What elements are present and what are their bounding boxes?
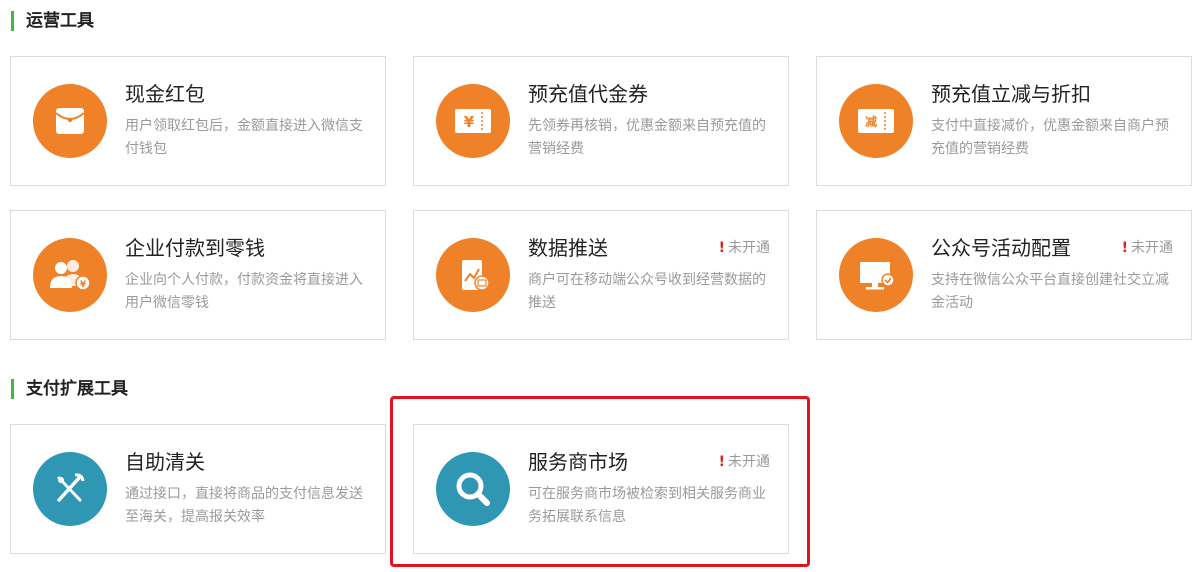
card-prepaid-discount[interactable]: 减 预充值立减与折扣 支付中直接减价，优惠金额来自商户预充值的营销经费 (816, 56, 1192, 186)
card-title: 预充值代金券 (528, 82, 648, 106)
card-title: 预充值立减与折扣 (931, 82, 1091, 106)
card-description: 先领券再核销，优惠金额来自预充值的营销经费 (528, 118, 766, 157)
alert-icon: ! (718, 454, 725, 470)
svg-text:减: 减 (865, 114, 877, 129)
card-official-account-activity[interactable]: 公众号活动配置 ! 未开通 支持在微信公众平台直接创建社交立减金活动 (816, 210, 1192, 340)
card-service-provider-market[interactable]: 服务商市场 ! 未开通 可在服务商市场被检索到相关服务商业务拓展联系信息 (413, 424, 789, 554)
section-title-payment-extension: 支付扩展工具 (11, 379, 128, 399)
section-title-operations: 运营工具 (11, 11, 94, 31)
card-title: 公众号活动配置 (931, 236, 1071, 260)
status-text: 未开通 (728, 454, 770, 470)
monitor-config-icon (839, 238, 913, 312)
card-cash-red-packet[interactable]: 现金红包 用户领取红包后，金额直接进入微信支付钱包 (10, 56, 386, 186)
status-badge: ! 未开通 (719, 239, 770, 257)
svg-text:¥: ¥ (464, 113, 475, 131)
card-description: 商户可在移动端公众号收到经营数据的推送 (528, 272, 766, 311)
search-magnifier-icon (436, 452, 510, 526)
card-title: 数据推送 (528, 236, 608, 260)
card-title: 现金红包 (125, 82, 205, 106)
card-description: 企业向个人付款，付款资金将直接进入用户微信零钱 (125, 272, 363, 311)
alert-icon: ! (718, 240, 725, 256)
users-payment-icon: ¥ (33, 238, 107, 312)
tools-customs-icon (33, 452, 107, 526)
card-description: 支付中直接减价，优惠金额来自商户预充值的营销经费 (931, 118, 1169, 157)
card-title: 服务商市场 (528, 450, 628, 474)
discount-ticket-icon: 减 (839, 84, 913, 158)
card-prepaid-voucher[interactable]: ¥ 预充值代金券 先领券再核销，优惠金额来自预充值的营销经费 (413, 56, 789, 186)
status-text: 未开通 (728, 240, 770, 256)
status-text: 未开通 (1131, 240, 1173, 256)
card-description: 用户领取红包后，金额直接进入微信支付钱包 (125, 118, 363, 157)
card-title: 企业付款到零钱 (125, 236, 265, 260)
card-description: 可在服务商市场被检索到相关服务商业务拓展联系信息 (528, 486, 766, 525)
yuan-coupon-icon: ¥ (436, 84, 510, 158)
card-description: 支持在微信公众平台直接创建社交立减金活动 (931, 272, 1169, 311)
card-data-push[interactable]: 数据推送 ! 未开通 商户可在移动端公众号收到经营数据的推送 (413, 210, 789, 340)
svg-text:¥: ¥ (80, 280, 87, 290)
status-badge: ! 未开通 (1122, 239, 1173, 257)
status-badge: ! 未开通 (719, 453, 770, 471)
card-enterprise-payment[interactable]: ¥ 企业付款到零钱 企业向个人付款，付款资金将直接进入用户微信零钱 (10, 210, 386, 340)
card-self-customs-clearance[interactable]: 自助清关 通过接口，直接将商品的支付信息发送至海关，提高报关效率 (10, 424, 386, 554)
card-description: 通过接口，直接将商品的支付信息发送至海关，提高报关效率 (125, 486, 363, 525)
card-title: 自助清关 (125, 450, 205, 474)
alert-icon: ! (1121, 240, 1128, 256)
tablet-chart-icon (436, 238, 510, 312)
red-envelope-icon (33, 84, 107, 158)
